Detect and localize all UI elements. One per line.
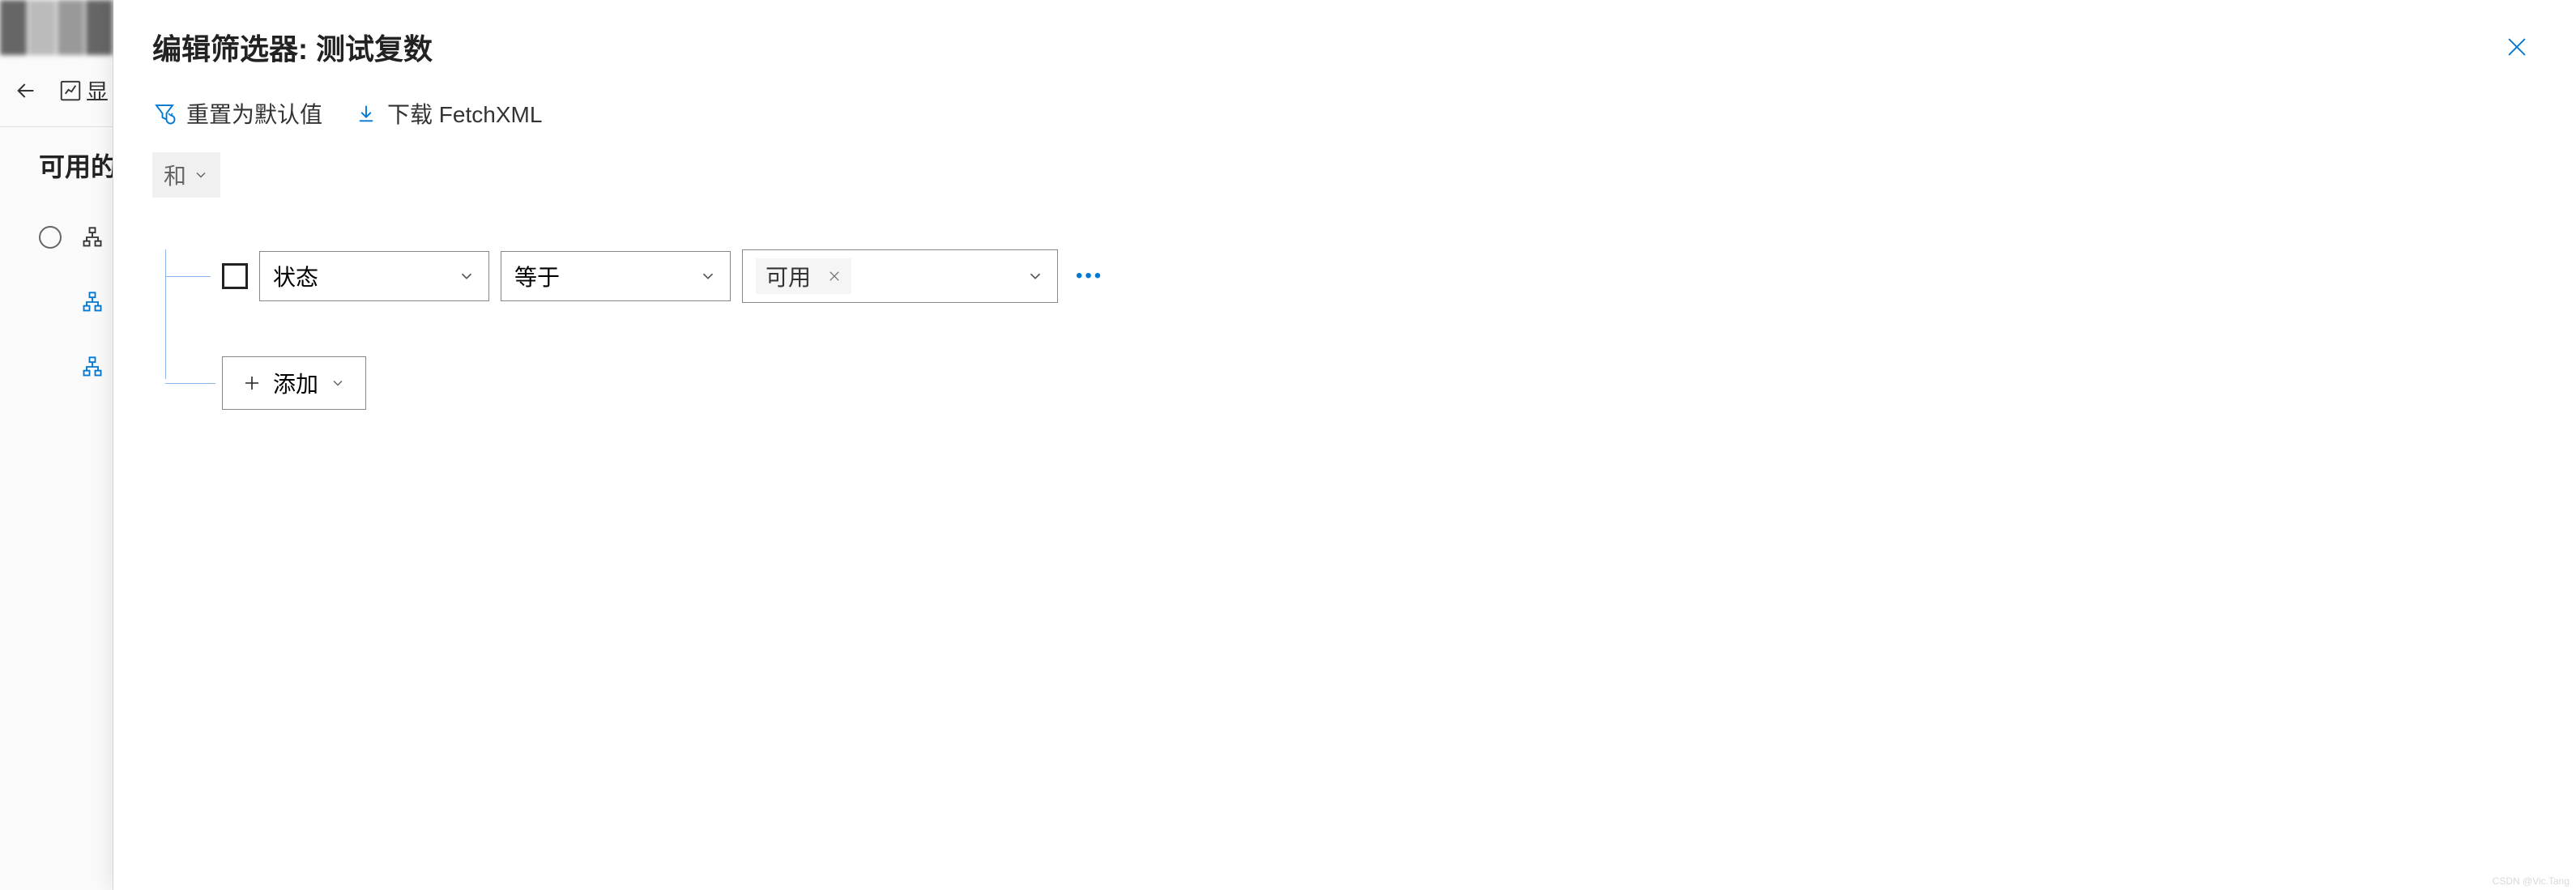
tree-item-root[interactable] [39,226,113,249]
panel-title: 编辑筛选器: 测试复数 [152,26,433,68]
tree-item[interactable] [39,356,113,378]
hierarchy-icon [81,356,104,378]
condition-row: 状态 等于 可用 [165,249,2537,303]
filter-editor-panel: 编辑筛选器: 测试复数 重置为默认值 下载 FetchXML 和 [113,0,2576,890]
show-chart-label: 显 [86,75,109,107]
group-operator-select[interactable]: 和 [152,152,220,198]
operator-select-value: 等于 [514,260,560,292]
add-condition-button[interactable]: 添加 [222,356,366,410]
field-select-value: 状态 [273,260,318,292]
sidebar-title: 可用的 [39,147,113,184]
back-arrow-icon[interactable] [13,78,39,104]
watermark: CSDN @Vic.Tang [2493,875,2570,887]
group-operator-label: 和 [164,159,186,191]
chevron-down-icon [458,267,476,285]
tag-remove-icon[interactable] [827,269,842,283]
download-fetchxml-button[interactable]: 下载 FetchXML [355,97,542,130]
operator-select[interactable]: 等于 [501,251,731,301]
hierarchy-icon [81,291,104,313]
chevron-down-icon [193,167,209,183]
left-sidebar: 显 可用的 [0,0,113,890]
radio-icon[interactable] [39,226,62,249]
field-select[interactable]: 状态 [259,251,489,301]
chevron-down-icon [1026,267,1044,285]
value-tag-label: 可用 [766,260,811,292]
tree-item[interactable] [39,291,113,313]
hierarchy-icon [81,226,104,249]
value-select[interactable]: 可用 [742,249,1058,303]
blurred-header [0,0,113,55]
reset-button[interactable]: 重置为默认值 [152,97,322,130]
filter-reset-icon [152,101,177,126]
condition-checkbox[interactable] [222,263,248,289]
value-tag: 可用 [756,258,851,294]
chevron-down-icon [330,375,346,391]
plus-icon [242,373,262,393]
add-button-label: 添加 [273,367,318,399]
download-icon [355,102,377,125]
show-chart-button[interactable]: 显 [58,75,109,107]
close-icon[interactable] [2497,27,2537,67]
sidebar-toolbar: 显 [0,55,113,127]
more-options-icon[interactable]: ••• [1069,265,1110,287]
download-label: 下载 FetchXML [387,97,542,130]
chevron-down-icon [699,267,717,285]
reset-label: 重置为默认值 [186,97,322,130]
